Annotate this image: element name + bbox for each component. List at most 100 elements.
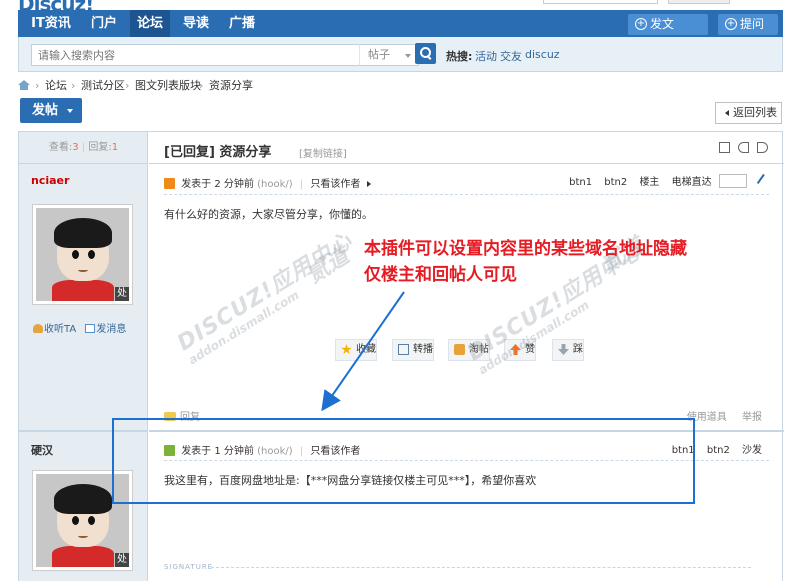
ask-question-button[interactable]: + 提问 xyxy=(718,14,778,35)
hot-search-label: 热搜: xyxy=(446,50,473,63)
hot-link-activity[interactable]: 活动 xyxy=(475,48,497,64)
collection-icon xyxy=(454,344,465,355)
user-badge: 处 xyxy=(115,287,129,301)
search-bar: 帖子 热搜: 活动 交友 discuz xyxy=(18,37,783,72)
floor-tools: btn1 btn2 楼主 电梯直达 xyxy=(560,173,773,190)
author-actions: 收听TA 发消息 xyxy=(33,320,126,335)
breadcrumb-test-zone[interactable]: 测试分区 xyxy=(81,78,125,94)
chevron-right-icon xyxy=(366,181,371,187)
post-time: 发表于 2 分钟前 xyxy=(181,179,254,190)
prev-thread-icon[interactable] xyxy=(738,142,750,153)
title-tools xyxy=(715,142,768,156)
annotation-text: 本插件可以设置内容里的某些域名地址隐藏 仅楼主和回帖人可见 xyxy=(364,236,764,288)
breadcrumb-separator: › xyxy=(35,79,40,92)
btn2-link[interactable]: btn2 xyxy=(604,177,627,188)
views-label: 查看: xyxy=(48,142,73,153)
print-icon[interactable] xyxy=(719,142,731,153)
search-type-label: 帖子 xyxy=(368,48,390,61)
copy-link[interactable]: [复制链接] xyxy=(299,145,347,160)
breadcrumb-separator: › xyxy=(199,79,204,92)
new-post-label: 发帖 xyxy=(32,103,59,118)
chevron-left-icon xyxy=(725,110,729,116)
collect-button[interactable]: 淘帖 xyxy=(448,339,490,361)
avatar[interactable]: 处 xyxy=(32,204,133,305)
replies-label: 回复: xyxy=(88,142,112,153)
thread-container: 查看:3 | 回复:1 nciaer 处 收听TA 发消息 硬汉 处 [已回复]… xyxy=(18,131,784,581)
next-thread-icon[interactable] xyxy=(757,142,768,153)
author-name[interactable]: 硬汉 xyxy=(31,442,53,458)
main-nav: IT资讯 门户 论坛 导读 广播 + 发文 + 提问 xyxy=(18,10,783,37)
breadcrumb-board[interactable]: 图文列表版块 xyxy=(135,78,201,94)
return-list-button[interactable]: 返回列表 xyxy=(715,102,782,124)
author-name[interactable]: nciaer xyxy=(31,174,69,187)
like-button[interactable]: 赞 xyxy=(504,339,536,361)
online-user-icon xyxy=(164,178,175,189)
star-icon xyxy=(341,344,352,355)
new-post-button[interactable]: 发帖 xyxy=(20,98,82,123)
share-icon xyxy=(398,344,409,355)
hot-link-friends[interactable]: 交友 xyxy=(500,48,522,64)
follow-link[interactable]: 收听TA xyxy=(44,324,76,335)
post-client: (hook/) xyxy=(257,179,293,190)
jump-icon[interactable] xyxy=(756,173,773,190)
floor-jump-input[interactable] xyxy=(718,174,747,188)
elevator-label: 电梯直达 xyxy=(671,177,712,188)
search-button[interactable] xyxy=(415,43,436,64)
meta-divider xyxy=(164,194,769,195)
breadcrumb-separator: › xyxy=(71,79,76,92)
annotation-line-1: 本插件可以设置内容里的某些域名地址隐藏 xyxy=(364,239,687,259)
share-button[interactable]: 转播 xyxy=(392,339,434,361)
top-search-box[interactable] xyxy=(543,0,658,4)
top-login-button[interactable] xyxy=(668,0,730,4)
floor-label: 沙发 xyxy=(742,445,762,456)
nav-item-portal[interactable]: 门户 xyxy=(84,10,124,37)
chevron-down-icon xyxy=(405,54,411,58)
top-strip: Discuz! xyxy=(0,0,800,16)
search-input[interactable] xyxy=(31,44,381,66)
only-author-link[interactable]: 只看该作者 xyxy=(310,179,360,190)
floor-label: 楼主 xyxy=(639,177,660,188)
home-icon[interactable] xyxy=(18,80,30,90)
post-article-button[interactable]: + 发文 xyxy=(628,14,708,35)
search-type-select[interactable]: 帖子 xyxy=(359,44,419,66)
btn1-link[interactable]: btn1 xyxy=(569,177,592,188)
post-article-label: 发文 xyxy=(650,17,675,31)
nav-item-guide[interactable]: 导读 xyxy=(176,10,216,37)
post-body: 有什么好的资源，大家尽管分享，你懂的。 xyxy=(164,208,373,221)
send-message-link[interactable]: 发消息 xyxy=(96,324,126,335)
follow-icon xyxy=(33,324,43,333)
views-count: 3 xyxy=(72,142,79,153)
avatar-image: 处 xyxy=(36,208,129,301)
breadcrumb-forum[interactable]: 论坛 xyxy=(45,78,67,94)
thumb-down-icon xyxy=(558,344,569,355)
nav-item-forum[interactable]: 论坛 xyxy=(130,10,170,37)
thread-main: [已回复] 资源分享 [复制链接] 发表于 2 分钟前 (hook/) | 只看… xyxy=(149,132,784,581)
chevron-down-icon xyxy=(67,109,73,113)
thread-title-text: 资源分享 xyxy=(219,145,272,160)
thread-stats: 查看:3 | 回复:1 xyxy=(19,132,148,164)
report-link[interactable]: 举报 xyxy=(742,412,762,423)
thread-status: [已回复] xyxy=(164,145,215,160)
post-meta: 发表于 2 分钟前 (hook/) | 只看该作者 xyxy=(164,175,371,190)
breadcrumb-resource-share[interactable]: 资源分享 xyxy=(209,78,253,94)
author-sidebar: 查看:3 | 回复:1 nciaer 处 收听TA 发消息 硬汉 处 xyxy=(19,132,148,581)
user-badge: 处 xyxy=(115,553,129,567)
nav-item-it-news[interactable]: IT资讯 xyxy=(24,10,78,37)
stats-divider: | xyxy=(81,142,86,153)
hot-link-discuz[interactable]: discuz xyxy=(525,48,560,61)
thread-title-row: [已回复] 资源分享 [复制链接] xyxy=(149,132,784,164)
btn2-link[interactable]: btn2 xyxy=(707,445,730,456)
highlight-box xyxy=(112,418,695,504)
annotation-line-2: 仅楼主和回帖人可见 xyxy=(364,265,517,285)
breadcrumb-separator: › xyxy=(125,79,130,92)
favorite-button[interactable]: 收藏 xyxy=(335,339,377,361)
replies-count: 1 xyxy=(111,142,119,153)
thread-title: [已回复] 资源分享 xyxy=(164,141,271,160)
signature-label: SIGNATURE xyxy=(164,563,214,571)
nav-item-broadcast[interactable]: 广播 xyxy=(222,10,262,37)
dislike-button[interactable]: 踩 xyxy=(552,339,584,361)
return-list-label: 返回列表 xyxy=(733,106,777,119)
ask-question-label: 提问 xyxy=(740,17,765,31)
thumb-up-icon xyxy=(510,344,521,355)
signature-divider xyxy=(211,567,751,568)
